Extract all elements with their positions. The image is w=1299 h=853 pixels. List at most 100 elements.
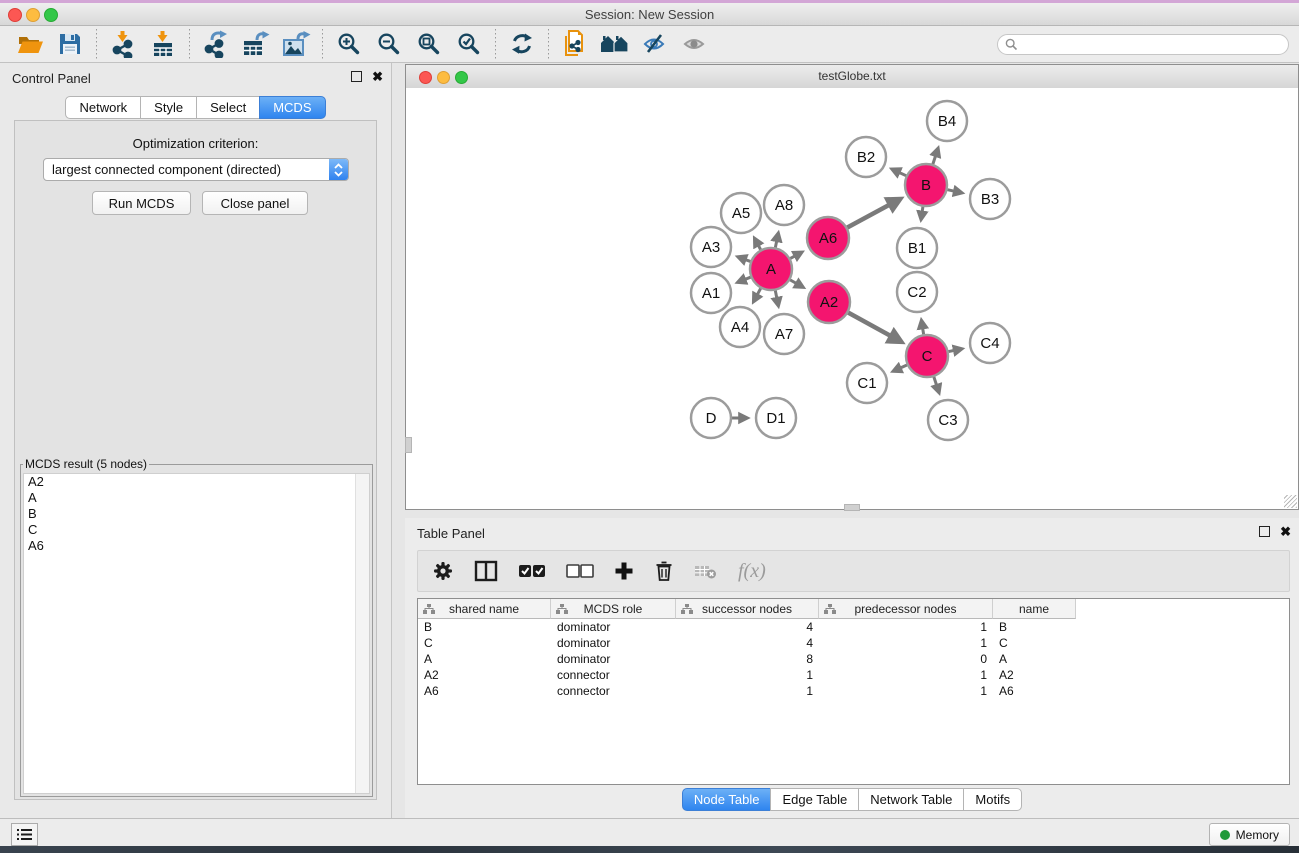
table-cell[interactable]: A6: [993, 683, 1076, 699]
table-row[interactable]: A6connector11A6: [418, 683, 1289, 699]
table-cell[interactable]: 1: [819, 683, 993, 699]
select-all-rows-icon[interactable]: [518, 563, 546, 579]
tab-node-table[interactable]: Node Table: [682, 788, 772, 811]
delete-column-icon[interactable]: [654, 560, 674, 582]
graph-edge-A-A7[interactable]: [775, 291, 778, 306]
hide-visual-properties-icon[interactable]: [635, 28, 675, 60]
mcds-result-item[interactable]: B: [24, 506, 369, 522]
mcds-result-item[interactable]: C: [24, 522, 369, 538]
close-panel-icon[interactable]: ✖: [372, 71, 383, 82]
graph-edge-A-A8[interactable]: [775, 233, 778, 247]
table-cell[interactable]: A2: [993, 667, 1076, 683]
node-table[interactable]: shared nameMCDS rolesuccessor nodesprede…: [417, 598, 1290, 785]
table-cell[interactable]: 4: [676, 619, 819, 635]
table-row[interactable]: Adominator80A: [418, 651, 1289, 667]
table-cell[interactable]: 0: [819, 651, 993, 667]
table-cell[interactable]: B: [418, 619, 551, 635]
float-table-panel-icon[interactable]: [1259, 526, 1270, 537]
table-cell[interactable]: 1: [676, 667, 819, 683]
graph-edge-A-A5[interactable]: [755, 239, 761, 250]
open-session-icon[interactable]: [10, 28, 50, 60]
criterion-dropdown[interactable]: largest connected component (directed): [43, 158, 349, 181]
resize-grip[interactable]: [1284, 495, 1297, 508]
table-cell[interactable]: A: [993, 651, 1076, 667]
apply-function-icon[interactable]: f(x): [738, 560, 766, 583]
splitter-handle-left[interactable]: [405, 437, 412, 453]
float-panel-icon[interactable]: [351, 71, 362, 82]
export-table-icon[interactable]: [236, 28, 276, 60]
column-header-successor-nodes[interactable]: successor nodes: [676, 599, 819, 619]
scrollbar-track[interactable]: [355, 474, 369, 793]
column-header-shared-name[interactable]: shared name: [418, 599, 551, 619]
refresh-layout-icon[interactable]: [502, 28, 542, 60]
mcds-result-list[interactable]: A2ABCA6: [23, 473, 370, 794]
mcds-result-item[interactable]: A2: [24, 474, 369, 490]
tab-select[interactable]: Select: [196, 96, 260, 119]
split-table-icon[interactable]: [474, 560, 498, 582]
table-cell[interactable]: 4: [676, 635, 819, 651]
tab-network-table[interactable]: Network Table: [858, 788, 964, 811]
import-table-icon[interactable]: [143, 28, 183, 60]
table-row[interactable]: Bdominator41B: [418, 619, 1289, 635]
table-cell[interactable]: 1: [819, 667, 993, 683]
task-history-button[interactable]: [11, 823, 38, 846]
zoom-fit-icon[interactable]: [409, 28, 449, 60]
graph-edge-C-C4[interactable]: [949, 349, 962, 352]
graph-edge-A-A1[interactable]: [738, 277, 751, 282]
table-cell[interactable]: connector: [551, 683, 676, 699]
import-network-icon[interactable]: [103, 28, 143, 60]
show-visual-properties-icon[interactable]: [675, 28, 715, 60]
table-cell[interactable]: C: [993, 635, 1076, 651]
network-graph[interactable]: B4B2BB3A5A8A6A3B1AA1C2A2A4A7CC4C1C3DD1: [406, 88, 1298, 509]
tab-edge-table[interactable]: Edge Table: [770, 788, 859, 811]
save-session-icon[interactable]: [50, 28, 90, 60]
table-cell[interactable]: connector: [551, 667, 676, 683]
table-cell[interactable]: A: [418, 651, 551, 667]
table-cell[interactable]: dominator: [551, 635, 676, 651]
graph-edge-A2-C[interactable]: [848, 313, 900, 342]
memory-button[interactable]: Memory: [1209, 823, 1290, 846]
graph-edge-A6-B[interactable]: [847, 199, 899, 227]
table-cell[interactable]: C: [418, 635, 551, 651]
delete-table-icon[interactable]: [694, 562, 718, 580]
zoom-selected-icon[interactable]: [449, 28, 489, 60]
tab-network[interactable]: Network: [65, 96, 141, 119]
graph-edge-A-A2[interactable]: [790, 280, 803, 287]
add-column-icon[interactable]: [614, 561, 634, 581]
graph-edge-C-C3[interactable]: [934, 377, 939, 393]
table-cell[interactable]: 8: [676, 651, 819, 667]
deselect-all-rows-icon[interactable]: [566, 563, 594, 579]
table-cell[interactable]: 1: [819, 635, 993, 651]
table-cell[interactable]: A2: [418, 667, 551, 683]
zoom-out-icon[interactable]: [369, 28, 409, 60]
export-image-icon[interactable]: [276, 28, 316, 60]
column-header-name[interactable]: name: [993, 599, 1076, 619]
search-input[interactable]: [1018, 36, 1272, 52]
mcds-result-item[interactable]: A: [24, 490, 369, 506]
export-network-icon[interactable]: [196, 28, 236, 60]
network-canvas[interactable]: B4B2BB3A5A8A6A3B1AA1C2A2A4A7CC4C1C3DD1: [406, 88, 1298, 509]
run-mcds-button[interactable]: Run MCDS: [92, 191, 191, 215]
home-icon[interactable]: [595, 28, 635, 60]
close-table-panel-icon[interactable]: ✖: [1280, 526, 1291, 537]
column-header-predecessor-nodes[interactable]: predecessor nodes: [819, 599, 993, 619]
graph-edge-B-B1[interactable]: [921, 207, 923, 220]
table-cell[interactable]: 1: [676, 683, 819, 699]
graph-edge-B-B4[interactable]: [933, 149, 938, 165]
graph-edge-A-A3[interactable]: [738, 257, 750, 261]
graph-edge-C-C1[interactable]: [893, 365, 906, 371]
clone-network-icon[interactable]: [555, 28, 595, 60]
graph-edge-C-C2[interactable]: [921, 321, 923, 335]
tab-style[interactable]: Style: [140, 96, 197, 119]
close-panel-button[interactable]: Close panel: [202, 191, 308, 215]
table-cell[interactable]: A6: [418, 683, 551, 699]
tab-motifs[interactable]: Motifs: [963, 788, 1022, 811]
network-window-titlebar[interactable]: testGlobe.txt: [406, 65, 1298, 89]
mcds-result-item[interactable]: A6: [24, 538, 369, 554]
table-cell[interactable]: B: [993, 619, 1076, 635]
zoom-in-icon[interactable]: [329, 28, 369, 60]
table-cell[interactable]: 1: [819, 619, 993, 635]
graph-edge-A-A4[interactable]: [754, 288, 761, 301]
graph-edge-A-A6[interactable]: [790, 252, 801, 258]
table-row[interactable]: Cdominator41C: [418, 635, 1289, 651]
